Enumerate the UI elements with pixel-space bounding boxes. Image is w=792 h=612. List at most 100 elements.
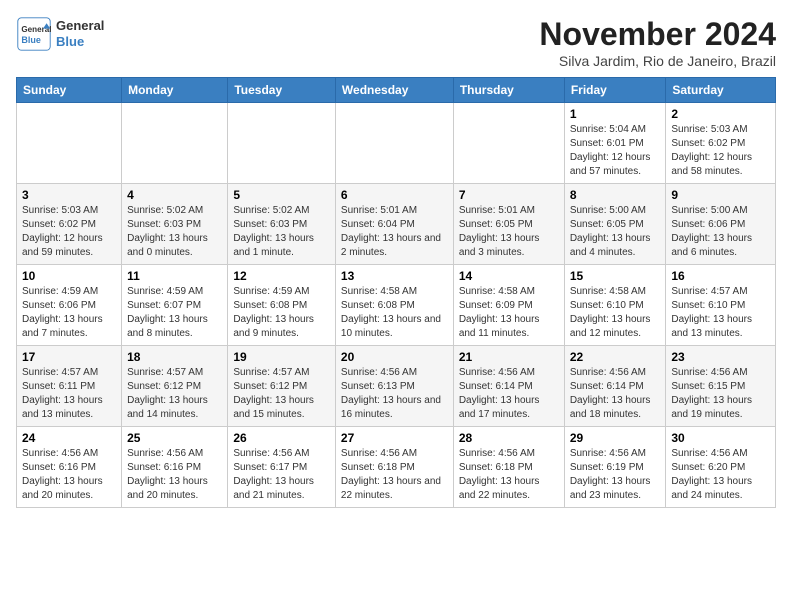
- calendar-cell: 5 Sunrise: 5:02 AM Sunset: 6:03 PM Daylig…: [228, 184, 336, 265]
- logo-icon: General Blue: [16, 16, 52, 52]
- logo-text: General Blue: [56, 18, 104, 49]
- cell-info: Sunrise: 4:59 AM Sunset: 6:06 PM Dayligh…: [22, 285, 116, 341]
- day-number: 4: [127, 188, 222, 202]
- day-number: 30: [671, 431, 770, 445]
- calendar-cell: 3 Sunrise: 5:03 AM Sunset: 6:02 PM Daylig…: [17, 184, 122, 265]
- day-number: 15: [570, 269, 661, 283]
- calendar-cell: [228, 103, 336, 184]
- day-number: 18: [127, 350, 222, 364]
- cell-info: Sunrise: 4:56 AM Sunset: 6:16 PM Dayligh…: [22, 447, 116, 503]
- calendar-cell: 9Sunrise: 5:00 AM Sunset: 6:06 PM Daylig…: [666, 184, 776, 265]
- cell-info: Sunrise: 4:56 AM Sunset: 6:15 PM Dayligh…: [671, 366, 770, 422]
- calendar-body: 1Sunrise: 5:04 AM Sunset: 6:01 PM Daylig…: [17, 103, 776, 508]
- calendar-cell: 20 Sunrise: 4:56 AM Sunset: 6:13 PM Dayli…: [335, 346, 453, 427]
- calendar-week-row: 17Sunrise: 4:57 AM Sunset: 6:11 PM Dayli…: [17, 346, 776, 427]
- calendar-cell: 11Sunrise: 4:59 AM Sunset: 6:07 PM Dayli…: [122, 265, 228, 346]
- cell-info: Sunrise: 5:00 AM Sunset: 6:06 PM Dayligh…: [671, 204, 770, 260]
- calendar-cell: 16 Sunrise: 4:57 AM Sunset: 6:10 PM Dayli…: [666, 265, 776, 346]
- day-number: 5: [233, 188, 330, 202]
- day-number: 24: [22, 431, 116, 445]
- cell-info: Sunrise: 5:03 AM Sunset: 6:02 PM Dayligh…: [22, 204, 116, 260]
- calendar-week-row: 1Sunrise: 5:04 AM Sunset: 6:01 PM Daylig…: [17, 103, 776, 184]
- day-number: 20: [341, 350, 448, 364]
- cell-info: Sunrise: 5:04 AM Sunset: 6:01 PM Dayligh…: [570, 123, 661, 179]
- calendar-cell: 1Sunrise: 5:04 AM Sunset: 6:01 PM Daylig…: [564, 103, 666, 184]
- day-number: 7: [459, 188, 559, 202]
- calendar-cell: 24 Sunrise: 4:56 AM Sunset: 6:16 PM Dayli…: [17, 427, 122, 508]
- calendar-cell: [453, 103, 564, 184]
- calendar-cell: [17, 103, 122, 184]
- day-number: 23: [671, 350, 770, 364]
- day-number: 14: [459, 269, 559, 283]
- day-number: 27: [341, 431, 448, 445]
- calendar-cell: 12Sunrise: 4:59 AM Sunset: 6:08 PM Dayli…: [228, 265, 336, 346]
- header: General Blue General Blue November 2024 …: [16, 16, 776, 69]
- day-number: 11: [127, 269, 222, 283]
- cell-info: Sunrise: 5:02 AM Sunset: 6:03 PM Dayligh…: [233, 204, 330, 260]
- day-number: 29: [570, 431, 661, 445]
- calendar-cell: 7 Sunrise: 5:01 AM Sunset: 6:05 PM Daylig…: [453, 184, 564, 265]
- day-number: 16: [671, 269, 770, 283]
- cell-info: Sunrise: 4:58 AM Sunset: 6:10 PM Dayligh…: [570, 285, 661, 341]
- weekday-header-row: SundayMondayTuesdayWednesdayThursdayFrid…: [17, 78, 776, 103]
- cell-info: Sunrise: 4:56 AM Sunset: 6:17 PM Dayligh…: [233, 447, 330, 503]
- calendar-cell: 26 Sunrise: 4:56 AM Sunset: 6:17 PM Dayli…: [228, 427, 336, 508]
- cell-info: Sunrise: 4:57 AM Sunset: 6:12 PM Dayligh…: [233, 366, 330, 422]
- calendar-cell: 29Sunrise: 4:56 AM Sunset: 6:19 PM Dayli…: [564, 427, 666, 508]
- cell-info: Sunrise: 4:56 AM Sunset: 6:16 PM Dayligh…: [127, 447, 222, 503]
- calendar-table: SundayMondayTuesdayWednesdayThursdayFrid…: [16, 77, 776, 508]
- calendar-cell: 19 Sunrise: 4:57 AM Sunset: 6:12 PM Dayli…: [228, 346, 336, 427]
- day-number: 2: [671, 107, 770, 121]
- day-number: 3: [22, 188, 116, 202]
- weekday-header-friday: Friday: [564, 78, 666, 103]
- cell-info: Sunrise: 4:56 AM Sunset: 6:13 PM Dayligh…: [341, 366, 448, 422]
- calendar-cell: 10 Sunrise: 4:59 AM Sunset: 6:06 PM Dayli…: [17, 265, 122, 346]
- calendar-cell: 23 Sunrise: 4:56 AM Sunset: 6:15 PM Dayli…: [666, 346, 776, 427]
- calendar-week-row: 24 Sunrise: 4:56 AM Sunset: 6:16 PM Dayli…: [17, 427, 776, 508]
- calendar-cell: 4Sunrise: 5:02 AM Sunset: 6:03 PM Daylig…: [122, 184, 228, 265]
- cell-info: Sunrise: 4:58 AM Sunset: 6:09 PM Dayligh…: [459, 285, 559, 341]
- calendar-cell: 18 Sunrise: 4:57 AM Sunset: 6:12 PM Dayli…: [122, 346, 228, 427]
- calendar-cell: 22 Sunrise: 4:56 AM Sunset: 6:14 PM Dayli…: [564, 346, 666, 427]
- cell-info: Sunrise: 5:00 AM Sunset: 6:05 PM Dayligh…: [570, 204, 661, 260]
- weekday-header-tuesday: Tuesday: [228, 78, 336, 103]
- cell-info: Sunrise: 5:03 AM Sunset: 6:02 PM Dayligh…: [671, 123, 770, 179]
- day-number: 26: [233, 431, 330, 445]
- calendar-cell: 6Sunrise: 5:01 AM Sunset: 6:04 PM Daylig…: [335, 184, 453, 265]
- title-area: November 2024 Silva Jardim, Rio de Janei…: [539, 16, 776, 69]
- calendar-cell: 28 Sunrise: 4:56 AM Sunset: 6:18 PM Dayli…: [453, 427, 564, 508]
- cell-info: Sunrise: 4:56 AM Sunset: 6:14 PM Dayligh…: [459, 366, 559, 422]
- calendar-cell: [122, 103, 228, 184]
- cell-info: Sunrise: 4:56 AM Sunset: 6:18 PM Dayligh…: [341, 447, 448, 503]
- calendar-cell: 8 Sunrise: 5:00 AM Sunset: 6:05 PM Daylig…: [564, 184, 666, 265]
- cell-info: Sunrise: 4:56 AM Sunset: 6:20 PM Dayligh…: [671, 447, 770, 503]
- day-number: 19: [233, 350, 330, 364]
- cell-info: Sunrise: 4:57 AM Sunset: 6:12 PM Dayligh…: [127, 366, 222, 422]
- cell-info: Sunrise: 5:01 AM Sunset: 6:05 PM Dayligh…: [459, 204, 559, 260]
- calendar-cell: 15 Sunrise: 4:58 AM Sunset: 6:10 PM Dayli…: [564, 265, 666, 346]
- day-number: 28: [459, 431, 559, 445]
- day-number: 12: [233, 269, 330, 283]
- day-number: 13: [341, 269, 448, 283]
- cell-info: Sunrise: 4:56 AM Sunset: 6:18 PM Dayligh…: [459, 447, 559, 503]
- weekday-header-sunday: Sunday: [17, 78, 122, 103]
- calendar-cell: 14 Sunrise: 4:58 AM Sunset: 6:09 PM Dayli…: [453, 265, 564, 346]
- day-number: 21: [459, 350, 559, 364]
- month-year: November 2024: [539, 16, 776, 53]
- weekday-header-monday: Monday: [122, 78, 228, 103]
- logo: General Blue General Blue: [16, 16, 104, 52]
- day-number: 22: [570, 350, 661, 364]
- svg-text:Blue: Blue: [21, 35, 41, 45]
- day-number: 8: [570, 188, 661, 202]
- calendar-cell: 30 Sunrise: 4:56 AM Sunset: 6:20 PM Dayli…: [666, 427, 776, 508]
- cell-info: Sunrise: 4:56 AM Sunset: 6:14 PM Dayligh…: [570, 366, 661, 422]
- day-number: 10: [22, 269, 116, 283]
- cell-info: Sunrise: 4:57 AM Sunset: 6:11 PM Dayligh…: [22, 366, 116, 422]
- calendar-cell: 27 Sunrise: 4:56 AM Sunset: 6:18 PM Dayli…: [335, 427, 453, 508]
- day-number: 6: [341, 188, 448, 202]
- calendar-cell: 21 Sunrise: 4:56 AM Sunset: 6:14 PM Dayli…: [453, 346, 564, 427]
- weekday-header-saturday: Saturday: [666, 78, 776, 103]
- calendar-week-row: 3 Sunrise: 5:03 AM Sunset: 6:02 PM Daylig…: [17, 184, 776, 265]
- cell-info: Sunrise: 4:57 AM Sunset: 6:10 PM Dayligh…: [671, 285, 770, 341]
- calendar-week-row: 10 Sunrise: 4:59 AM Sunset: 6:06 PM Dayli…: [17, 265, 776, 346]
